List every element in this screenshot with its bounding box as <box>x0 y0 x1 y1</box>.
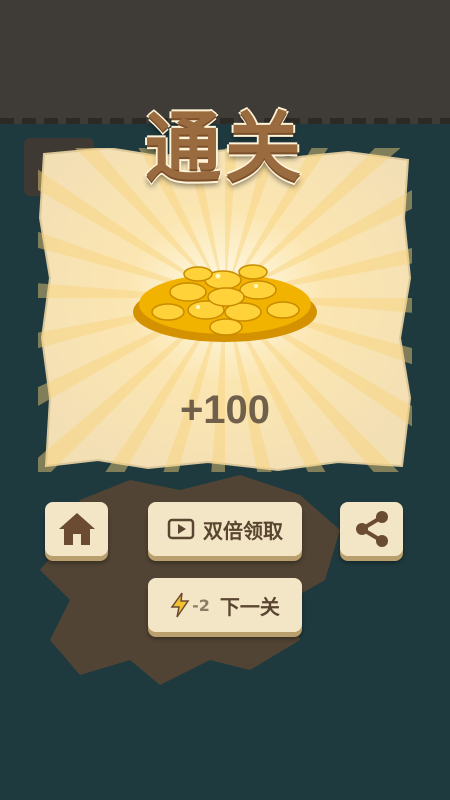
lightning-icon <box>170 592 190 618</box>
next-level-label: 下一关 <box>219 594 280 619</box>
video-play-icon <box>167 518 195 540</box>
double-reward-button[interactable]: 双倍领取 <box>148 502 302 556</box>
reward-amount: +100 <box>179 388 271 432</box>
energy-cost: -2 <box>192 595 210 615</box>
level-complete-title: 通关 <box>145 103 305 192</box>
home-button[interactable] <box>45 502 108 556</box>
share-button[interactable] <box>340 502 403 556</box>
double-reward-label: 双倍领取 <box>203 518 283 543</box>
home-icon <box>58 513 95 545</box>
next-level-button[interactable]: -2 下一关 <box>148 578 302 632</box>
gold-coins-pile <box>133 264 317 342</box>
share-icon <box>355 511 388 547</box>
